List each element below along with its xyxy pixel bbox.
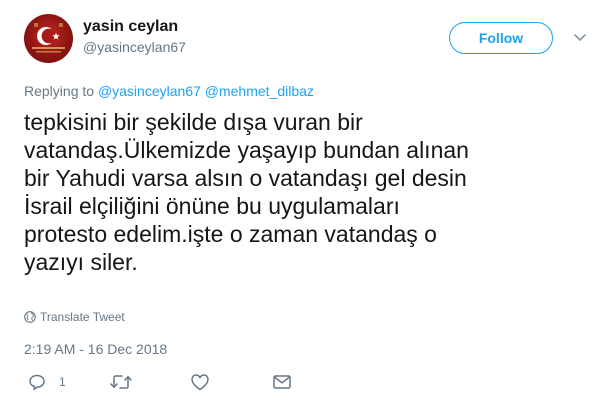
- mention-link[interactable]: @yasinceylan67: [98, 83, 201, 99]
- replying-to: Replying to @yasinceylan67 @mehmet_dilba…: [24, 83, 314, 99]
- tweet-text-line: yazıyı siler.: [24, 249, 138, 275]
- translate-label[interactable]: Translate Tweet: [40, 310, 125, 324]
- screen-name[interactable]: @yasinceylan67: [83, 37, 186, 57]
- tweet-text-line: protesto edelim.işte o zaman vatandaş o: [24, 221, 437, 247]
- reply-icon: [29, 374, 45, 391]
- tweet: yasin ceylan @yasinceylan67 Follow Reply…: [0, 0, 614, 411]
- replying-prefix: Replying to: [24, 83, 98, 99]
- tweet-text-line: tepkisini bir şekilde dışa vuran bir: [24, 109, 363, 135]
- retweet-button[interactable]: [110, 372, 134, 394]
- tweet-text-line: İsrail elçiliğini önüne bu uygulamaları: [24, 193, 400, 219]
- reply-count: 1: [59, 375, 66, 389]
- tweet-header: yasin ceylan @yasinceylan67 Follow: [24, 14, 590, 64]
- reply-button[interactable]: 1: [28, 372, 88, 394]
- translate-tweet[interactable]: Translate Tweet: [24, 310, 125, 324]
- heart-icon: [191, 374, 209, 391]
- like-button[interactable]: [190, 372, 212, 394]
- crescent-star-icon: [32, 23, 65, 53]
- chevron-down-icon[interactable]: [573, 31, 587, 45]
- direct-message-button[interactable]: [272, 372, 294, 394]
- envelope-icon: [273, 375, 291, 389]
- display-name[interactable]: yasin ceylan: [83, 17, 186, 37]
- tweet-text-line: bir Yahudi varsa alsın o vatandaşı gel d…: [24, 165, 467, 191]
- avatar[interactable]: [24, 14, 73, 63]
- user-names[interactable]: yasin ceylan @yasinceylan67: [83, 17, 186, 57]
- mention-link[interactable]: @mehmet_dilbaz: [205, 83, 314, 99]
- tweet-text: tepkisini bir şekilde dışa vuran bir vat…: [24, 108, 584, 276]
- tweet-text-line: vatandaş.Ülkemizde yaşayıp bundan alınan: [24, 137, 469, 163]
- retweet-icon: [110, 375, 132, 389]
- globe-icon: [24, 311, 36, 323]
- timestamp[interactable]: 2:19 AM - 16 Dec 2018: [24, 341, 167, 357]
- follow-button[interactable]: Follow: [449, 22, 553, 54]
